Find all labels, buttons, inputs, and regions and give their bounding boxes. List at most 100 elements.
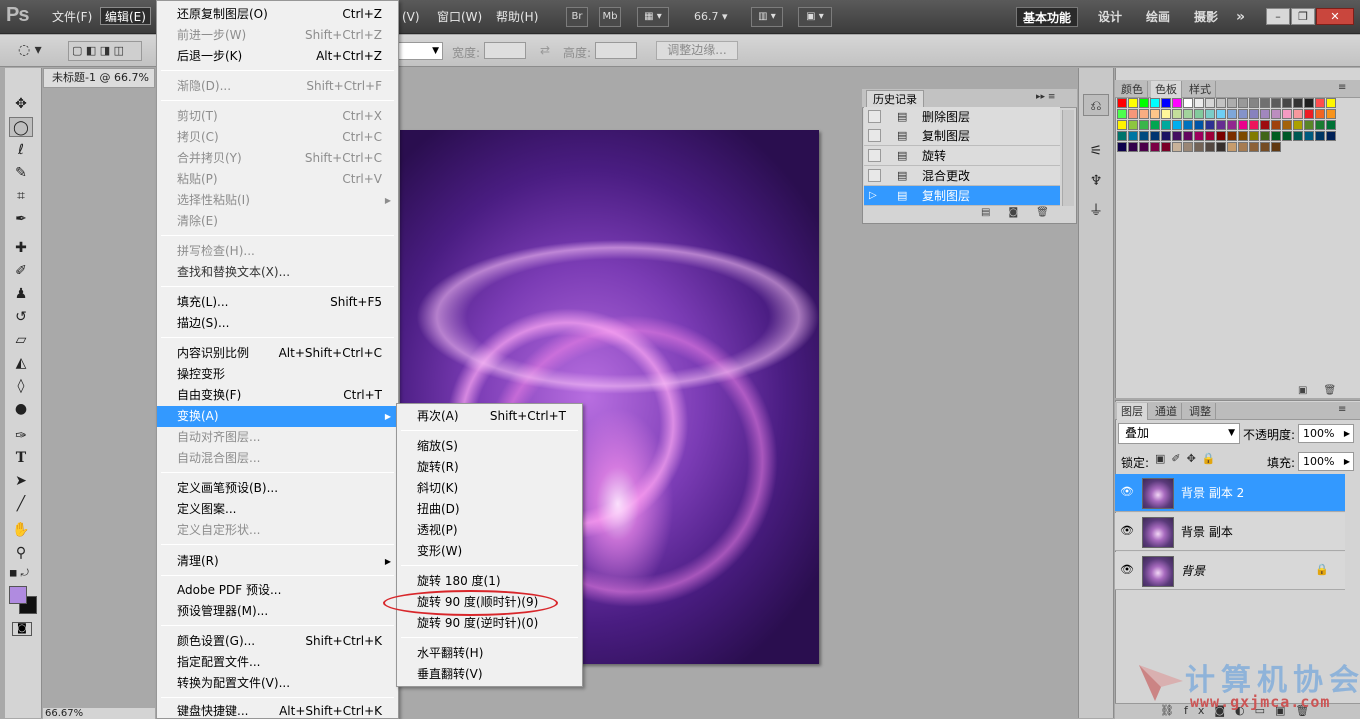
submenu-item-again[interactable]: 再次(A) Shift+Ctrl+T (397, 406, 582, 427)
color-swatch[interactable] (1117, 109, 1127, 119)
color-swatch[interactable] (1227, 109, 1237, 119)
color-swatch[interactable] (1249, 142, 1259, 152)
submenu-item-flip-vertical[interactable]: 垂直翻转(V) (397, 664, 582, 685)
color-swatch[interactable] (1117, 142, 1127, 152)
color-swatch[interactable] (1150, 120, 1160, 130)
history-item[interactable]: ▤ 删除图层 (864, 107, 1060, 127)
panel-menu-icon[interactable]: ≡ (1338, 82, 1346, 93)
menu-item-undo[interactable]: 还原复制图层(O) Ctrl+Z (157, 4, 398, 25)
color-swatch[interactable] (1183, 131, 1193, 141)
refine-edge-button[interactable]: 调整边缘... (656, 41, 738, 60)
color-swatch[interactable] (1304, 131, 1314, 141)
close-icon[interactable]: ✕ (1316, 8, 1354, 25)
opacity-input[interactable]: 100% ▶ (1298, 424, 1354, 443)
eyedropper-tool-icon[interactable]: ✒ (9, 209, 33, 229)
workspace-painting[interactable]: 绘画 (1140, 7, 1176, 27)
minimize-icon[interactable]: – (1266, 8, 1290, 25)
pen-tool-icon[interactable]: ✑ (9, 426, 33, 446)
arrange-documents-icon[interactable]: ▥ ▾ (751, 7, 783, 27)
submenu-item-rotate-180[interactable]: 旋转 180 度(1) (397, 571, 582, 592)
menu-item-purge[interactable]: 清理(R) ▶ (157, 551, 398, 572)
history-scrollbar[interactable] (1062, 110, 1074, 206)
menu-item-fade[interactable]: 渐隐(D)... Shift+Ctrl+F (157, 76, 398, 97)
menu-item-assign-profile[interactable]: 指定配置文件... (157, 652, 398, 673)
width-field[interactable] (484, 42, 526, 59)
history-item[interactable]: ▤ 混合更改 (864, 166, 1060, 186)
menu-item-clear[interactable]: 清除(E) (157, 211, 398, 232)
menu-item-define-pattern[interactable]: 定义图案... (157, 499, 398, 520)
color-swatch[interactable] (1194, 109, 1204, 119)
screen-mode-icon[interactable]: ▣ ▾ (798, 7, 832, 27)
line-tool-icon[interactable]: ╱ (9, 494, 33, 514)
color-swatch[interactable] (1315, 131, 1325, 141)
menu-item-paste-special[interactable]: 选择性粘贴(I) ▶ (157, 190, 398, 211)
color-swatch[interactable] (1161, 131, 1171, 141)
color-swatch[interactable] (1216, 98, 1226, 108)
color-swatch[interactable] (1172, 120, 1182, 130)
swatch-grid[interactable] (1117, 98, 1345, 182)
eye-icon[interactable]: 👁 (1119, 484, 1135, 500)
color-swatch[interactable] (1117, 98, 1127, 108)
color-swatch[interactable] (1183, 120, 1193, 130)
history-source-checkbox[interactable] (868, 149, 881, 162)
color-swatch[interactable] (1139, 131, 1149, 141)
menu-item-define-brush[interactable]: 定义画笔预设(B)... (157, 478, 398, 499)
color-swatch[interactable] (1238, 98, 1248, 108)
color-swatch[interactable] (1128, 98, 1138, 108)
dodge-tool-icon[interactable]: ● (9, 399, 33, 419)
color-swatch[interactable] (1326, 98, 1336, 108)
color-swatch[interactable] (1326, 131, 1336, 141)
tab-swatches[interactable]: 色板 (1151, 81, 1182, 98)
menu-item-copy[interactable]: 拷贝(C) Ctrl+C (157, 127, 398, 148)
zoom-tool-icon[interactable]: ⚲ (9, 543, 33, 563)
color-swatch[interactable] (1249, 109, 1259, 119)
color-swatch[interactable] (1260, 120, 1270, 130)
color-swatch[interactable] (1304, 98, 1314, 108)
history-source-checkbox[interactable] (868, 129, 881, 142)
bridge-button[interactable]: Br (566, 7, 588, 27)
clone-source-icon[interactable]: ♆ (1083, 170, 1109, 192)
menu-item-content-aware-scale[interactable]: 内容识别比例 Alt+Shift+Ctrl+C (157, 343, 398, 364)
tab-adjustments[interactable]: 调整 (1185, 403, 1216, 420)
color-swatch[interactable] (1150, 109, 1160, 119)
color-swatch[interactable] (1260, 142, 1270, 152)
menu-item-convert-profile[interactable]: 转换为配置文件(V)... (157, 673, 398, 694)
default-colors-icon[interactable]: ◼ ⤾ (9, 568, 29, 579)
hand-tool-icon[interactable]: ✋ (9, 520, 33, 540)
color-swatch[interactable] (1271, 142, 1281, 152)
color-swatch[interactable] (1227, 142, 1237, 152)
eye-icon[interactable]: 👁 (1119, 562, 1135, 578)
color-swatch[interactable] (1249, 131, 1259, 141)
menu-item-define-custom-shape[interactable]: 定义自定形状... (157, 520, 398, 541)
color-swatch[interactable] (1260, 109, 1270, 119)
history-footer-icons[interactable]: ▤◙🗑 (981, 207, 1067, 218)
fill-input[interactable]: 100% ▶ (1298, 452, 1354, 471)
history-source-checkbox[interactable] (868, 169, 881, 182)
swatches-footer-icons[interactable]: ▣🗑 (1298, 385, 1352, 396)
color-swatch[interactable] (1128, 142, 1138, 152)
color-swatch[interactable] (1326, 109, 1336, 119)
panel-menu-icon[interactable]: ▸▸ ≡ (1036, 92, 1055, 102)
color-swatch[interactable] (1150, 142, 1160, 152)
submenu-item-perspective[interactable]: 透视(P) (397, 520, 582, 541)
selection-mode-icons[interactable]: ▢ ◧ ◨ ◫ (68, 41, 142, 61)
color-swatch[interactable] (1205, 98, 1215, 108)
color-swatch[interactable] (1161, 120, 1171, 130)
submenu-item-rotate-90-ccw[interactable]: 旋转 90 度(逆时针)(0) (397, 613, 582, 634)
menu-item-puppet-warp[interactable]: 操控变形 (157, 364, 398, 385)
color-swatch[interactable] (1183, 98, 1193, 108)
menu-item-stroke[interactable]: 描边(S)... (157, 313, 398, 334)
color-swatch[interactable] (1238, 120, 1248, 130)
quick-mask-icon[interactable]: ◙ (12, 622, 32, 636)
brush-tool-icon[interactable]: ✐ (9, 261, 33, 281)
color-swatch[interactable] (1205, 120, 1215, 130)
color-swatch[interactable] (1194, 131, 1204, 141)
swap-icon[interactable]: ⇄ (540, 43, 550, 57)
menu-item-cut[interactable]: 剪切(T) Ctrl+X (157, 106, 398, 127)
menu-item-step-backward[interactable]: 后退一步(K) Alt+Ctrl+Z (157, 46, 398, 67)
color-swatch[interactable] (1260, 98, 1270, 108)
color-swatch[interactable] (1238, 142, 1248, 152)
clone-stamp-tool-icon[interactable]: ♟ (9, 284, 33, 304)
color-swatch[interactable] (1194, 98, 1204, 108)
color-swatch[interactable] (1117, 131, 1127, 141)
